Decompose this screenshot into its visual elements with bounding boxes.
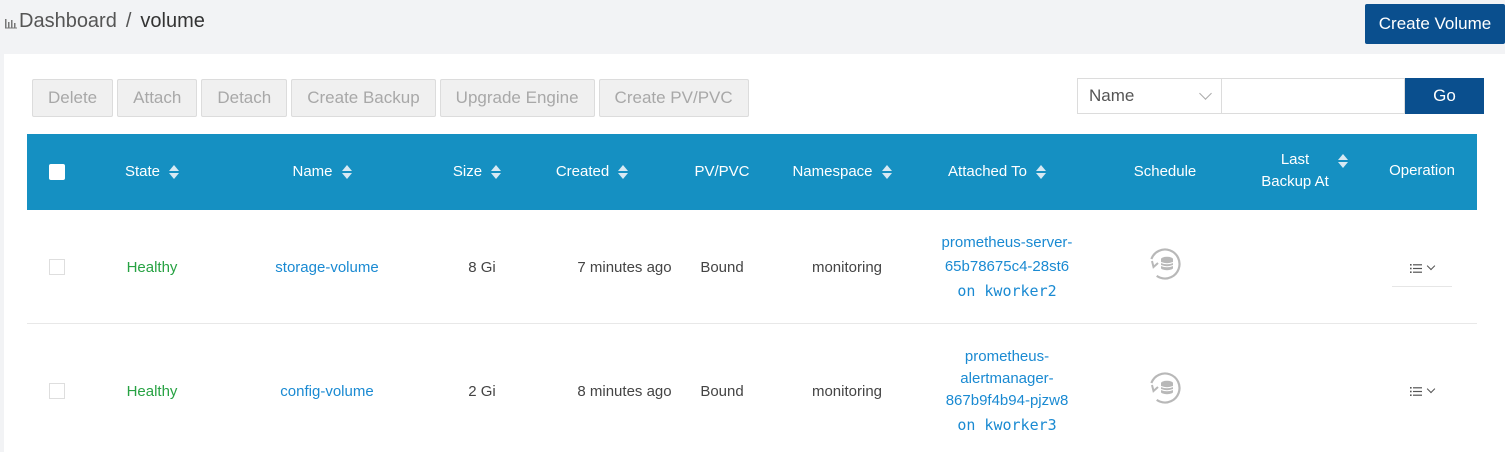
action-toolbar: Delete Attach Detach Create Backup Upgra… [32, 79, 753, 117]
schedule-cell [1120, 324, 1210, 452]
chevron-down-icon [1426, 261, 1436, 271]
chevron-down-icon [1426, 384, 1436, 394]
attached-node: on kworker3 [957, 416, 1057, 434]
sort-icon[interactable] [1337, 154, 1348, 168]
breadcrumb-dashboard[interactable]: Dashboard [19, 10, 117, 33]
search-field-value: Name [1089, 86, 1135, 105]
column-size-label: Size [452, 163, 483, 180]
schedule-backup-icon[interactable] [1148, 371, 1182, 405]
sort-icon[interactable] [491, 165, 502, 179]
breadcrumb-separator: / [125, 10, 132, 32]
column-state[interactable]: State [97, 134, 207, 210]
column-created[interactable]: Created [537, 134, 647, 210]
create-pv-pvc-button[interactable]: Create PV/PVC [598, 79, 749, 117]
column-name[interactable]: Name [257, 134, 387, 210]
delete-button[interactable]: Delete [32, 79, 114, 117]
column-pvpvc-label: PV/PVC [694, 163, 750, 180]
column-state-label: State [124, 163, 161, 180]
attach-button[interactable]: Attach [117, 79, 198, 117]
state-cell: Healthy [126, 382, 178, 400]
schedule-cell [1120, 210, 1210, 324]
last-backup-cell [1242, 324, 1367, 452]
search-input[interactable] [1221, 78, 1405, 114]
attached-pod-line: alertmanager- [960, 370, 1054, 387]
column-operation: Operation [1377, 134, 1467, 210]
go-button[interactable]: Go [1405, 78, 1484, 114]
column-last-backup[interactable]: Last Backup At [1242, 134, 1367, 210]
table-row: Healthy storage-volume 8 Gi 7 minutes ag… [27, 210, 1477, 324]
column-attached-to-label: Attached To [948, 163, 1027, 180]
pvpvc-cell: Bound [700, 258, 744, 276]
breadcrumb-current: volume [140, 10, 205, 32]
last-backup-cell [1242, 210, 1367, 324]
column-name-label: Name [292, 163, 333, 180]
operation-cell [1392, 210, 1452, 324]
top-bar: Dashboard / volume Create Volume [0, 0, 1505, 52]
column-namespace-label: Namespace [792, 163, 873, 180]
operation-menu-button[interactable] [1392, 373, 1452, 409]
row-checkbox[interactable] [49, 259, 65, 275]
size-cell: 2 Gi [468, 382, 496, 400]
namespace-cell: monitoring [811, 258, 883, 276]
operation-cell [1392, 324, 1452, 452]
column-created-label: Created [555, 163, 610, 180]
attached-node: on kworker2 [957, 282, 1057, 300]
sort-icon[interactable] [1035, 165, 1046, 179]
breadcrumb: Dashboard / volume [4, 10, 205, 33]
row-select-cell [45, 210, 69, 324]
column-schedule: Schedule [1120, 134, 1210, 210]
column-last-backup-line2: Backup At [1261, 173, 1329, 190]
list-icon [1410, 386, 1422, 396]
bar-chart-icon [5, 18, 17, 28]
attached-pod-line: prometheus-server- [941, 234, 1073, 251]
attached-pod-line: 65b78675c4-28st6 [944, 258, 1070, 275]
create-volume-button[interactable]: Create Volume [1365, 4, 1505, 44]
column-schedule-label: Schedule [1133, 163, 1197, 180]
pvpvc-cell: Bound [700, 382, 744, 400]
attached-to-link[interactable]: prometheus- alertmanager- 867b9f4b94-pjz… [946, 346, 1069, 436]
upgrade-engine-button[interactable]: Upgrade Engine [439, 79, 595, 117]
column-operation-label: Operation [1389, 162, 1455, 179]
attached-to-cell: prometheus- alertmanager- 867b9f4b94-pjz… [917, 324, 1097, 452]
attached-pod-line: prometheus- [964, 348, 1050, 365]
column-pvpvc: PV/PVC [677, 134, 767, 210]
detach-button[interactable]: Detach [201, 79, 288, 117]
volume-name-link[interactable]: storage-volume [257, 210, 397, 324]
namespace-cell: monitoring [811, 382, 883, 400]
create-backup-button[interactable]: Create Backup [291, 79, 436, 117]
list-icon [1410, 263, 1422, 273]
sort-icon[interactable] [169, 165, 180, 179]
size-cell: 8 Gi [468, 258, 496, 276]
select-all-cell [45, 134, 69, 210]
attached-pod-line: 867b9f4b94-pjzw8 [945, 392, 1069, 409]
select-all-checkbox[interactable] [49, 164, 65, 180]
column-attached-to[interactable]: Attached To [932, 134, 1062, 210]
operation-menu-button[interactable] [1392, 251, 1452, 287]
chevron-down-icon [1199, 87, 1212, 100]
table-row: Healthy config-volume 2 Gi 8 minutes ago… [27, 324, 1477, 452]
row-checkbox[interactable] [49, 383, 65, 399]
column-namespace[interactable]: Namespace [782, 134, 902, 210]
row-select-cell [45, 324, 69, 452]
volume-name-link[interactable]: config-volume [257, 324, 397, 452]
column-last-backup-line1: Last [1280, 151, 1310, 168]
table-header: State Name Size Created PV/PVC Namespace… [27, 134, 1477, 210]
state-cell: Healthy [126, 258, 178, 276]
attached-to-link[interactable]: prometheus-server- 65b78675c4-28st6 on k… [942, 231, 1073, 303]
sort-icon[interactable] [618, 165, 629, 179]
search-field-select[interactable]: Name [1077, 78, 1221, 114]
search-bar: Name Go [1077, 78, 1484, 114]
attached-to-cell: prometheus-server- 65b78675c4-28st6 on k… [917, 210, 1097, 324]
schedule-backup-icon[interactable] [1148, 247, 1182, 281]
column-last-backup-label: Last Backup At [1261, 149, 1329, 193]
column-size[interactable]: Size [427, 134, 527, 210]
sort-icon[interactable] [881, 165, 892, 179]
volume-table: State Name Size Created PV/PVC Namespace… [27, 134, 1477, 452]
sort-icon[interactable] [341, 165, 352, 179]
